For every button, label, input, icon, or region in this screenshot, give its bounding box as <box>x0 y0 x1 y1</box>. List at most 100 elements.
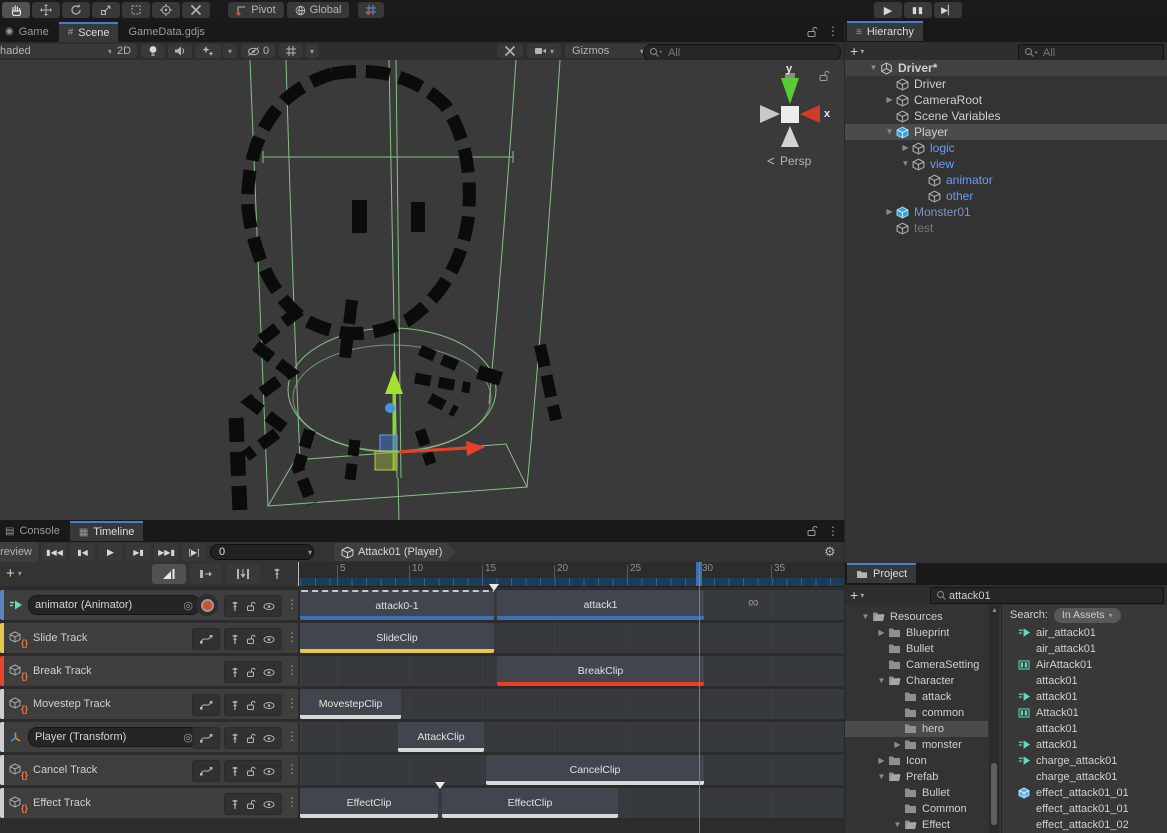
search-result-item[interactable]: Attack01 <box>1018 705 1167 721</box>
track-menu-icon[interactable]: ⋮ <box>286 630 298 644</box>
expand-down-icon[interactable]: ▼ <box>878 676 886 685</box>
timeline-clip-area[interactable]: 5101520253035 attack0-1 attack1 SlideCli… <box>300 562 844 833</box>
tab-scene[interactable]: # Scene <box>59 22 119 42</box>
timeline-clip[interactable]: attack0-1 <box>300 590 494 620</box>
project-tree-item[interactable]: ▼ Character <box>845 673 988 689</box>
gizmo-lock-icon[interactable] <box>818 70 830 82</box>
lock-icon[interactable] <box>806 26 818 38</box>
scene-search-input[interactable] <box>644 47 840 59</box>
custom-tool-button[interactable] <box>182 2 210 18</box>
tab-console[interactable]: ▤ Console <box>0 521 69 541</box>
hierarchy-item[interactable]: animator <box>845 172 1167 188</box>
go-to-end-button[interactable]: ▶▶▮ <box>154 543 179 561</box>
project-tree-item[interactable]: ▶ Icon <box>845 753 988 769</box>
audio-toggle-button[interactable] <box>168 44 192 58</box>
lighting-toggle-button[interactable] <box>141 44 165 58</box>
pin-icon[interactable] <box>231 733 239 744</box>
timeline-clip[interactable]: AttackClip <box>398 722 484 752</box>
gizmos-dropdown[interactable]: Gizmos▾ <box>565 44 651 58</box>
search-scope-pill[interactable]: In Assets▾ <box>1054 608 1121 623</box>
expand-right-icon[interactable]: ▶ <box>886 207 892 216</box>
hierarchy-item[interactable]: Scene Variables <box>845 108 1167 124</box>
lock-icon[interactable] <box>246 733 256 744</box>
pin-icon[interactable] <box>231 601 239 612</box>
hierarchy-add-button[interactable]: +▾ <box>850 43 864 59</box>
timeline-breadcrumb[interactable]: Attack01 (Player) <box>334 543 456 561</box>
track-object-field[interactable]: animator (Animator) ◎ <box>28 595 200 615</box>
project-tree-item[interactable]: ▶ monster <box>845 737 988 753</box>
project-tree-item[interactable]: Common <box>845 801 988 817</box>
record-button[interactable] <box>196 594 218 616</box>
2d-toggle-button[interactable]: 2D <box>111 44 137 58</box>
play-range-button[interactable]: [▶] <box>182 543 206 561</box>
lock-icon[interactable] <box>246 601 256 612</box>
next-frame-button[interactable]: ▶▮ <box>126 543 151 561</box>
tree-scrollbar[interactable]: ▲ <box>989 605 999 833</box>
lock-icon[interactable] <box>246 667 256 678</box>
track-header[interactable]: animator (Animator) ◎ ⋮ <box>0 590 298 620</box>
track-header[interactable]: Player (Transform) ◎ ⋮ <box>0 722 298 752</box>
global-toggle-button[interactable]: Global <box>287 2 349 18</box>
move-tool-button[interactable] <box>32 2 60 18</box>
project-tree-item[interactable]: ▼ Resources <box>845 609 988 625</box>
track-menu-icon[interactable]: ⋮ <box>286 597 298 611</box>
previous-frame-button[interactable]: ▮◀ <box>70 543 95 561</box>
tab-project[interactable]: Project <box>847 563 916 583</box>
hierarchy-item[interactable]: ▶ logic <box>845 140 1167 156</box>
track-menu-icon[interactable]: ⋮ <box>286 663 298 677</box>
track-header[interactable]: {} Effect Track ⋮ <box>0 788 298 818</box>
hierarchy-item[interactable]: Driver <box>845 76 1167 92</box>
curves-toggle-button[interactable] <box>192 727 220 749</box>
hierarchy-search-box[interactable] <box>1018 44 1164 61</box>
lock-icon[interactable] <box>246 634 256 645</box>
timeline-play-button[interactable]: ▶ <box>98 543 123 561</box>
expand-down-icon[interactable]: ▼ <box>902 159 910 168</box>
projection-mode-label[interactable]: Persp <box>766 154 811 168</box>
project-search-input[interactable] <box>931 590 1163 602</box>
project-add-button[interactable]: +▾ <box>850 587 864 603</box>
project-search-box[interactable] <box>930 587 1164 604</box>
mix-mode-button[interactable] <box>152 564 186 584</box>
pin-icon[interactable] <box>231 766 239 777</box>
eye-icon[interactable] <box>263 635 275 644</box>
hierarchy-item[interactable]: ▼ view <box>845 156 1167 172</box>
eye-icon[interactable] <box>263 701 275 710</box>
project-tree-item[interactable]: ▼ Effect <box>845 817 988 833</box>
search-result-item[interactable]: effect_attack01_01 <box>1018 785 1167 801</box>
track-header[interactable]: {} Cancel Track ⋮ <box>0 755 298 785</box>
ripple-mode-button[interactable] <box>190 564 222 584</box>
search-result-item[interactable]: charge_attack01 <box>1018 769 1167 785</box>
markers-toggle-button[interactable] <box>266 564 288 584</box>
panel-menu-icon[interactable]: ⋮ <box>827 524 839 538</box>
search-result-item[interactable]: air_attack01 <box>1018 641 1167 657</box>
eye-icon[interactable] <box>263 668 275 677</box>
timeline-clip[interactable]: EffectClip <box>442 788 618 818</box>
track-header[interactable]: {} Break Track ⋮ <box>0 656 298 686</box>
search-result-item[interactable]: air_attack01 <box>1018 625 1167 641</box>
curves-toggle-button[interactable] <box>192 694 220 716</box>
search-result-item[interactable]: attack01 <box>1018 737 1167 753</box>
tab-game[interactable]: ◉ Game <box>0 22 58 42</box>
search-result-item[interactable]: attack01 <box>1018 689 1167 705</box>
timeline-clip[interactable]: EffectClip <box>300 788 438 818</box>
effects-toggle-button[interactable] <box>195 44 221 58</box>
expand-down-icon[interactable]: ▼ <box>894 820 902 829</box>
hand-tool-button[interactable] <box>2 2 30 18</box>
timeline-clip[interactable]: SlideClip <box>300 623 494 653</box>
pin-icon[interactable] <box>231 700 239 711</box>
tab-timeline[interactable]: ▦ Timeline <box>70 521 144 541</box>
track-header[interactable]: {} Slide Track ⋮ <box>0 623 298 653</box>
scroll-up-icon[interactable]: ▲ <box>991 607 998 614</box>
pin-icon[interactable] <box>231 799 239 810</box>
timeline-clip[interactable]: attack1 <box>497 590 704 620</box>
grid-dropdown[interactable]: ▾ <box>305 44 319 58</box>
expand-down-icon[interactable]: ▼ <box>878 772 886 781</box>
track-object-field[interactable]: Player (Transform) ◎ <box>28 727 200 747</box>
search-result-item[interactable]: charge_attack01 <box>1018 753 1167 769</box>
expand-right-icon[interactable]: ▶ <box>878 628 884 637</box>
expand-right-icon[interactable]: ▶ <box>894 740 900 749</box>
scene-camera-dropdown[interactable]: ▾ <box>527 44 561 58</box>
go-to-start-button[interactable]: ▮◀◀ <box>42 543 67 561</box>
project-tree-item[interactable]: attack <box>845 689 988 705</box>
orientation-gizmo[interactable] <box>760 73 820 147</box>
